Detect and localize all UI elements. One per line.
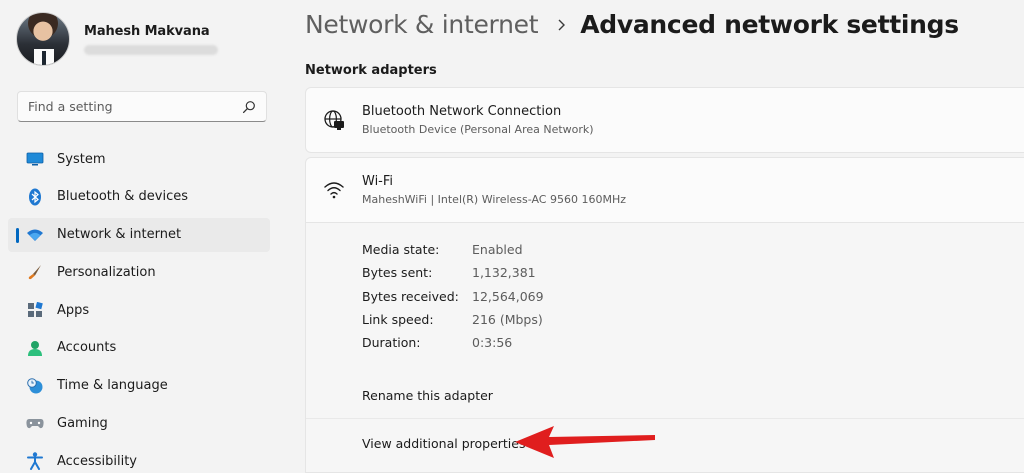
apps-icon xyxy=(26,301,44,319)
property-key: Bytes sent: xyxy=(362,265,433,281)
wifi-icon xyxy=(324,182,344,199)
section-title: Network adapters xyxy=(305,63,437,78)
property-row: Media state: Enabled xyxy=(362,238,544,261)
sidebar-item-accounts[interactable]: Accounts xyxy=(8,331,270,365)
sidebar: Mahesh Makvana System Bluetooth & device… xyxy=(0,0,280,473)
adapter-title: Bluetooth Network Connection xyxy=(362,104,562,119)
sidebar-item-label: Personalization xyxy=(57,264,156,280)
property-key: Bytes received: xyxy=(362,288,459,304)
sidebar-item-bluetooth[interactable]: Bluetooth & devices xyxy=(8,180,270,214)
adapter-details: Media state: Enabled Bytes sent: 1,132,3… xyxy=(306,222,1024,472)
adapter-card-bluetooth[interactable]: Bluetooth Network Connection Bluetooth D… xyxy=(305,87,1024,153)
rename-adapter-row[interactable]: Rename this adapter xyxy=(306,372,1024,418)
sidebar-item-label: Accounts xyxy=(57,340,117,356)
view-additional-properties-row[interactable]: View additional properties xyxy=(306,420,1024,466)
profile-email-redacted xyxy=(84,44,218,55)
property-row: Bytes received: 12,564,069 xyxy=(362,285,544,308)
adapter-properties: Media state: Enabled Bytes sent: 1,132,3… xyxy=(362,238,544,354)
chevron-right-icon xyxy=(558,19,566,30)
sidebar-item-system[interactable]: System xyxy=(8,142,270,176)
sidebar-item-label: Network & internet xyxy=(57,227,182,243)
user-profile[interactable]: Mahesh Makvana xyxy=(16,12,218,66)
property-value: 0:3:56 xyxy=(472,335,513,351)
page-title: Advanced network settings xyxy=(580,10,959,39)
sidebar-item-accessibility[interactable]: Accessibility xyxy=(8,444,270,473)
sidebar-item-label: System xyxy=(57,151,106,167)
property-row: Duration: 0:3:56 xyxy=(362,331,544,354)
sidebar-item-time-language[interactable]: Time & language xyxy=(8,369,270,403)
search-input[interactable] xyxy=(28,99,242,114)
property-key: Duration: xyxy=(362,335,421,351)
property-value: 12,564,069 xyxy=(472,288,544,304)
clock-globe-icon xyxy=(26,377,44,395)
avatar xyxy=(16,12,70,66)
sidebar-item-label: Gaming xyxy=(57,416,108,432)
wifi-icon xyxy=(26,226,44,244)
property-row: Bytes sent: 1,132,381 xyxy=(362,261,544,284)
property-key: Link speed: xyxy=(362,312,434,328)
annotation-arrow-icon xyxy=(515,426,655,458)
adapter-card-wifi: Wi-Fi MaheshWiFi | Intel(R) Wireless-AC … xyxy=(305,157,1024,473)
bluetooth-icon xyxy=(26,188,44,206)
profile-name: Mahesh Makvana xyxy=(84,23,210,39)
breadcrumb-parent[interactable]: Network & internet xyxy=(305,10,539,39)
property-row: Link speed: 216 (Mbps) xyxy=(362,308,544,331)
accounts-icon xyxy=(26,339,44,357)
sidebar-item-network[interactable]: Network & internet xyxy=(8,217,270,252)
adapter-subtitle: Bluetooth Device (Personal Area Network) xyxy=(362,123,594,136)
adapter-title: Wi-Fi xyxy=(362,174,394,189)
sidebar-item-label: Accessibility xyxy=(57,453,137,469)
sidebar-item-label: Time & language xyxy=(57,378,168,394)
property-value: 216 (Mbps) xyxy=(472,312,543,328)
divider xyxy=(306,418,1024,419)
main-content: Network & internet Advanced network sett… xyxy=(305,0,1024,473)
view-additional-properties-label: View additional properties xyxy=(362,435,526,451)
brush-icon xyxy=(26,263,44,281)
search-box[interactable] xyxy=(17,91,267,122)
property-key: Media state: xyxy=(362,242,440,258)
sidebar-item-gaming[interactable]: Gaming xyxy=(8,407,270,441)
sidebar-item-apps[interactable]: Apps xyxy=(8,293,270,327)
property-value: Enabled xyxy=(472,242,523,258)
accessibility-icon xyxy=(26,452,44,471)
property-value: 1,132,381 xyxy=(472,265,536,281)
sidebar-item-label: Bluetooth & devices xyxy=(57,189,188,205)
sidebar-nav: System Bluetooth & devices Network & int… xyxy=(8,142,270,473)
network-globe-icon xyxy=(324,110,344,130)
sidebar-item-label: Apps xyxy=(57,302,90,318)
adapter-subtitle: MaheshWiFi | Intel(R) Wireless-AC 9560 1… xyxy=(362,193,627,206)
adapter-header-wifi[interactable]: Wi-Fi MaheshWiFi | Intel(R) Wireless-AC … xyxy=(306,158,1024,222)
search-icon[interactable] xyxy=(242,100,256,114)
system-icon xyxy=(26,150,44,168)
rename-adapter-label: Rename this adapter xyxy=(362,387,493,403)
breadcrumb: Network & internet Advanced network sett… xyxy=(305,10,959,39)
sidebar-item-personalization[interactable]: Personalization xyxy=(8,255,270,289)
gamepad-icon xyxy=(26,415,44,433)
